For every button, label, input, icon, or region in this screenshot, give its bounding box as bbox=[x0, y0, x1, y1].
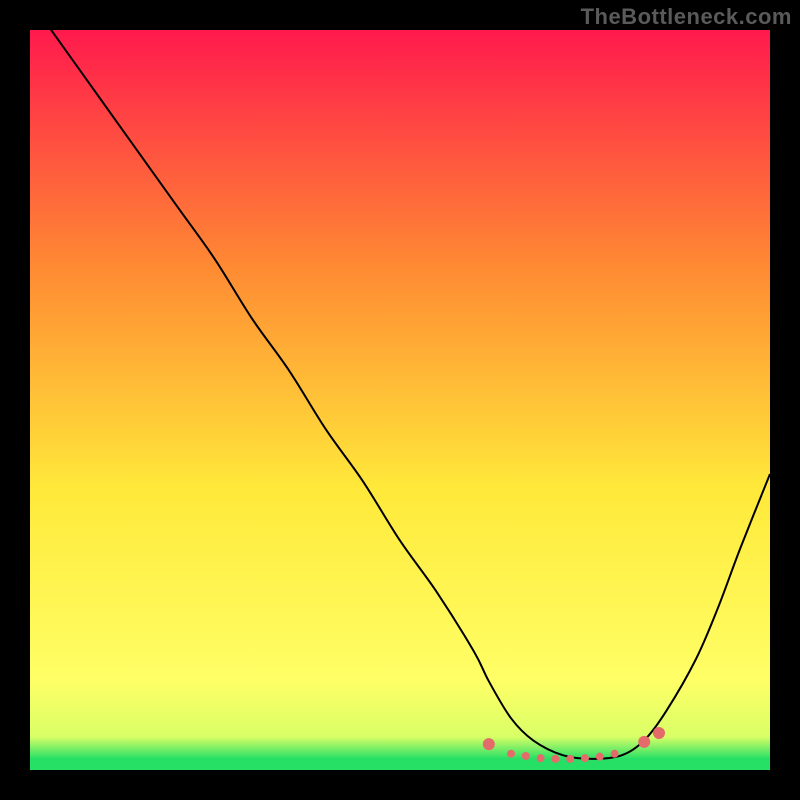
highlight-dot bbox=[551, 755, 559, 763]
chart-svg bbox=[30, 30, 770, 770]
highlight-dot bbox=[566, 755, 574, 763]
highlight-dot bbox=[507, 750, 515, 758]
highlight-dot bbox=[596, 753, 604, 761]
highlight-dot bbox=[638, 736, 650, 748]
attribution-text: TheBottleneck.com bbox=[581, 4, 792, 30]
highlight-dot bbox=[653, 727, 665, 739]
chart-container: TheBottleneck.com bbox=[0, 0, 800, 800]
plot-area bbox=[30, 30, 770, 770]
highlight-dot bbox=[522, 752, 530, 760]
highlight-dot bbox=[611, 750, 619, 758]
highlight-dot bbox=[537, 754, 545, 762]
highlight-dot bbox=[581, 754, 589, 762]
gradient-background bbox=[30, 30, 770, 770]
highlight-dot bbox=[483, 738, 495, 750]
